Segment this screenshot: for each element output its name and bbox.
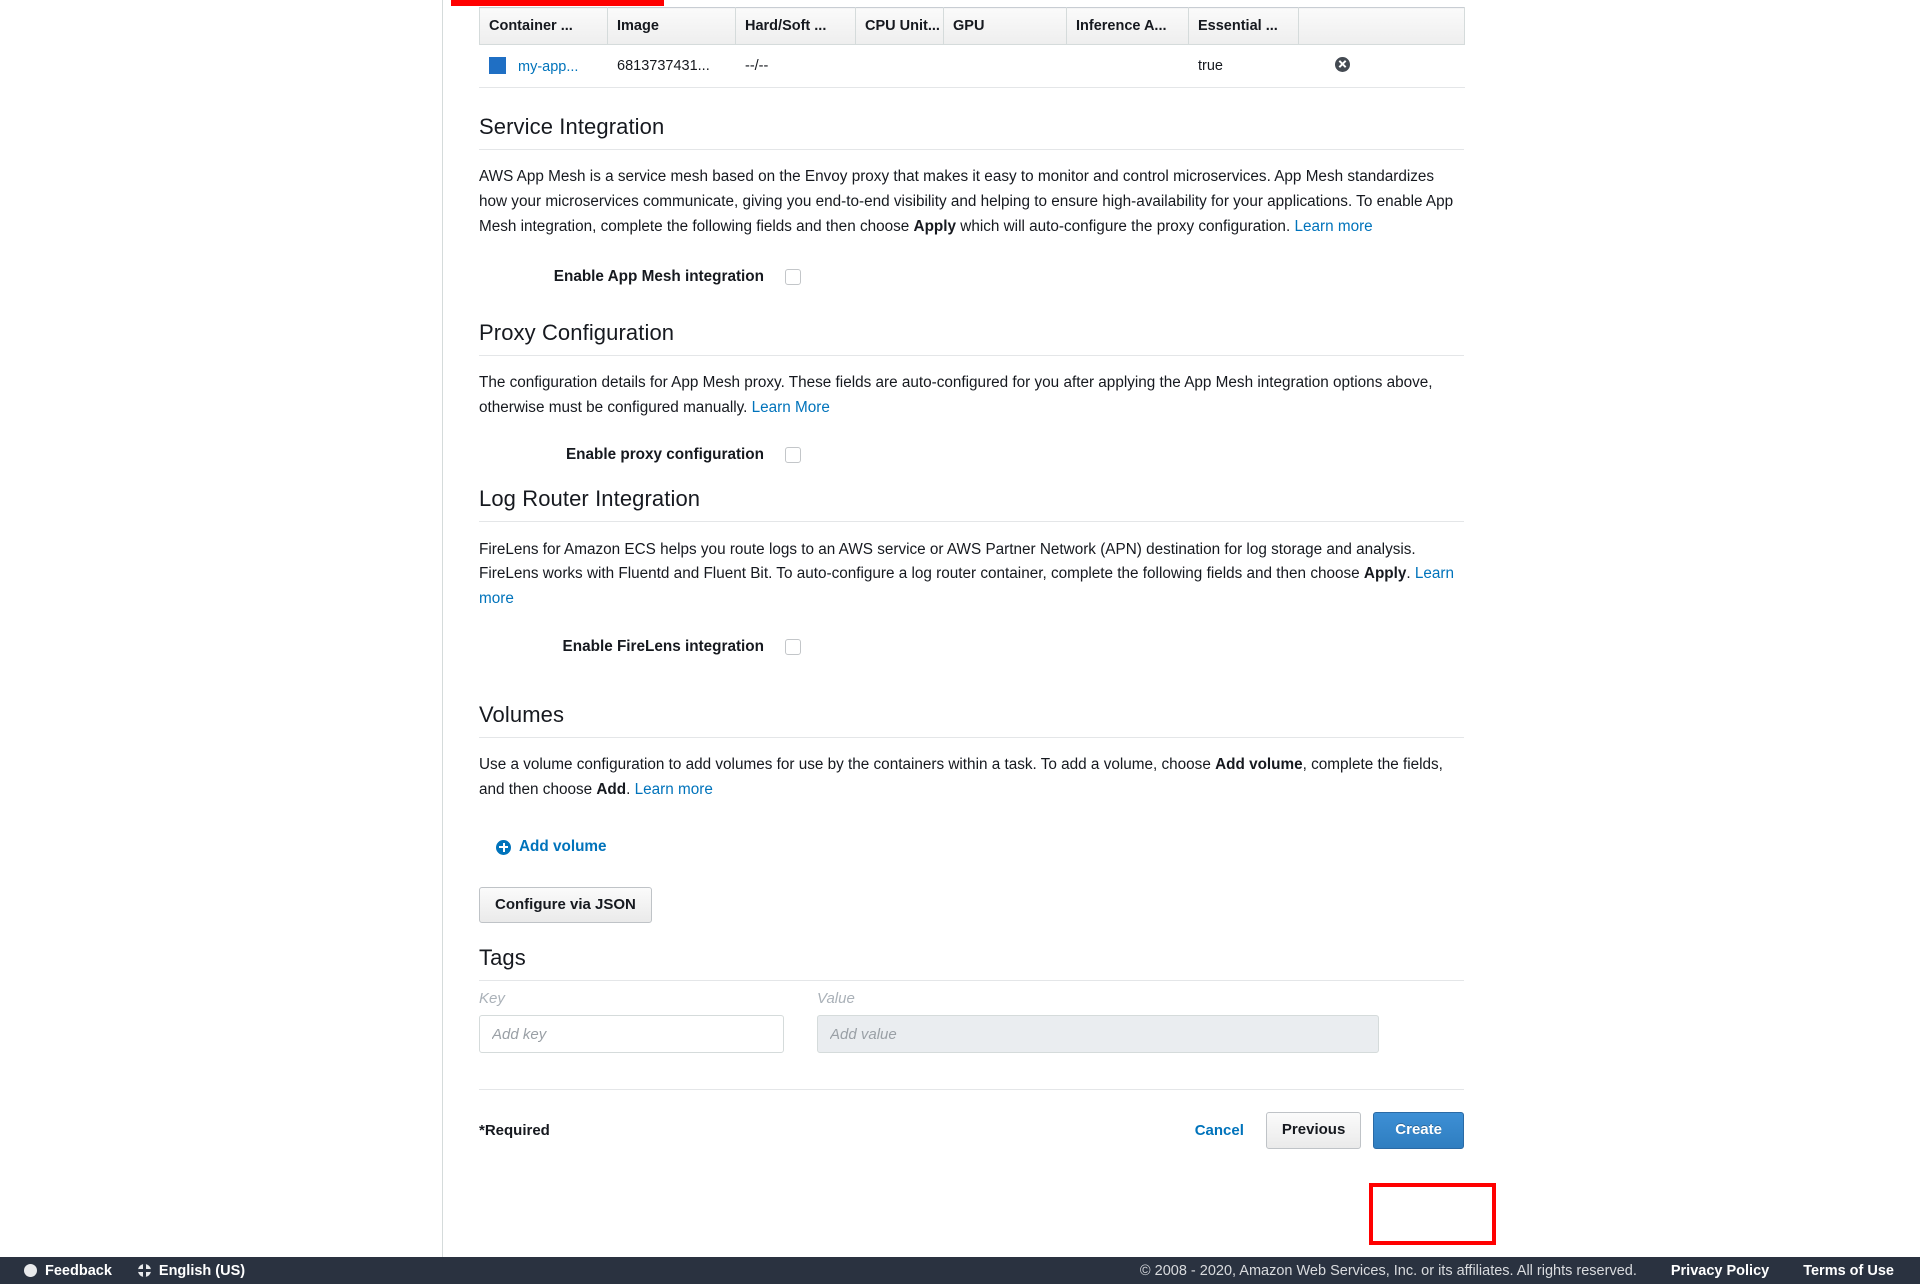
column-header-essential[interactable]: Essential ... (1188, 7, 1299, 45)
column-header-gpu[interactable]: GPU (943, 7, 1067, 45)
remove-circle-icon[interactable] (1335, 56, 1350, 72)
page-root: Container ... Image Hard/Soft ... CPU Un… (0, 0, 1920, 1284)
column-header-actions (1298, 7, 1465, 45)
service-integration-description: AWS App Mesh is a service mesh based on … (479, 165, 1459, 239)
tags-value-column: Value (817, 990, 1379, 1054)
add-volume-label: Add volume (519, 838, 607, 856)
lr-text-2: . (1406, 565, 1415, 583)
enable-proxy-configuration-checkbox[interactable] (785, 447, 801, 464)
log-router-integration-description: FireLens for Amazon ECS helps you route … (479, 538, 1459, 612)
si-text-bold: Apply (913, 217, 957, 235)
enable-app-mesh-checkbox[interactable] (785, 268, 801, 285)
log-router-integration-divider (479, 521, 1464, 523)
tags-grid: Key Value (479, 990, 1464, 1054)
tags-value-header: Value (817, 990, 855, 1008)
cancel-button[interactable]: Cancel (1185, 1113, 1254, 1148)
configure-json-wrap: Configure via JSON (479, 886, 1464, 924)
tags-title: Tags (479, 945, 526, 971)
pc-text-1: The configuration details for App Mesh p… (479, 373, 1433, 416)
tags-key-column: Key (479, 990, 784, 1054)
vol-text-1: Use a volume configuration to add volume… (479, 756, 1216, 774)
task-definition-form: Container ... Image Hard/Soft ... CPU Un… (479, 0, 1465, 1149)
cell-cpu-units (855, 44, 944, 88)
container-color-swatch (489, 57, 506, 74)
si-text-2: which will auto-configure the proxy conf… (956, 217, 1295, 235)
footer-copyright: © 2008 - 2020, Amazon Web Services, Inc.… (1139, 1262, 1637, 1279)
column-header-cpu-units[interactable]: CPU Unit... (855, 7, 944, 45)
lr-text-bold: Apply (1363, 565, 1407, 583)
cell-container-name: my-app... (479, 44, 608, 88)
cell-inference-accelerator (1066, 44, 1189, 88)
footer-left-group: Feedback English (US) (24, 1263, 245, 1279)
footer-privacy-policy-link[interactable]: Privacy Policy (1671, 1263, 1769, 1279)
volumes-description: Use a volume configuration to add volume… (479, 753, 1459, 803)
configure-via-json-button[interactable]: Configure via JSON (479, 886, 652, 924)
annotation-highlight-create-button (1369, 1183, 1496, 1245)
form-actions-buttons: Cancel Previous Create (1185, 1112, 1464, 1149)
proxy-configuration-divider (479, 354, 1464, 356)
field-enable-proxy-configuration: Enable proxy configuration (479, 446, 1464, 464)
column-header-image[interactable]: Image (607, 7, 736, 45)
enable-firelens-checkbox[interactable] (785, 639, 801, 656)
proxy-configuration-description: The configuration details for App Mesh p… (479, 371, 1459, 421)
section-volumes: Volumes Use a volume configuration to ad… (479, 702, 1464, 924)
enable-app-mesh-label: Enable App Mesh integration (553, 267, 764, 285)
field-enable-app-mesh: Enable App Mesh integration (479, 268, 1464, 286)
service-integration-divider (479, 149, 1464, 150)
service-integration-learn-more-link[interactable]: Learn more (1294, 218, 1372, 235)
proxy-configuration-title: Proxy Configuration (479, 319, 675, 345)
tags-divider (479, 980, 1464, 982)
vol-text-bold-1: Add volume (1215, 756, 1303, 774)
page-footer: Feedback English (US) © 2008 - 2020, Ama… (0, 1257, 1920, 1284)
create-button[interactable]: Create (1373, 1112, 1464, 1149)
add-volume-button[interactable]: Add volume (496, 838, 607, 856)
globe-icon (137, 1264, 151, 1277)
footer-language-label: English (US) (158, 1262, 246, 1279)
footer-feedback-button[interactable]: Feedback (24, 1263, 112, 1279)
log-router-integration-title: Log Router Integration (479, 486, 701, 512)
lr-text-1: FireLens for Amazon ECS helps you route … (479, 540, 1416, 583)
tag-value-input[interactable] (817, 1015, 1379, 1054)
container-definitions-table: Container ... Image Hard/Soft ... CPU Un… (479, 7, 1465, 88)
footer-feedback-label: Feedback (45, 1262, 112, 1279)
feedback-icon (24, 1264, 37, 1277)
column-header-hard-soft-memory[interactable]: Hard/Soft ... (735, 7, 856, 45)
column-header-container-name[interactable]: Container ... (479, 7, 608, 45)
volumes-learn-more-link[interactable]: Learn more (635, 781, 713, 798)
enable-firelens-label: Enable FireLens integration (562, 638, 764, 656)
cell-essential: true (1188, 44, 1299, 88)
section-tags: Tags Key Value (479, 945, 1464, 1054)
cell-gpu (943, 44, 1067, 88)
footer-terms-of-use-link[interactable]: Terms of Use (1803, 1263, 1894, 1279)
proxy-configuration-learn-more-link[interactable]: Learn More (752, 399, 830, 416)
cell-image: 6813737431... (607, 44, 736, 88)
cell-remove (1298, 44, 1465, 88)
field-enable-firelens: Enable FireLens integration (479, 638, 1464, 656)
vol-text-3: . (626, 781, 635, 799)
container-name-link[interactable]: my-app... (518, 59, 578, 75)
plus-circle-icon (496, 839, 511, 855)
volumes-title: Volumes (479, 702, 565, 728)
content-left-rule (442, 0, 443, 1257)
footer-language-selector[interactable]: English (US) (137, 1262, 246, 1279)
required-note: *Required (479, 1121, 550, 1139)
enable-proxy-configuration-label: Enable proxy configuration (565, 446, 764, 464)
footer-right-group: © 2008 - 2020, Amazon Web Services, Inc.… (1140, 1263, 1894, 1279)
tag-key-input[interactable] (479, 1015, 784, 1054)
volumes-divider (479, 737, 1464, 739)
service-integration-title: Service Integration (479, 114, 665, 139)
section-proxy-configuration: Proxy Configuration The configuration de… (479, 320, 1464, 465)
column-header-inference-accelerator[interactable]: Inference A... (1066, 7, 1189, 45)
tags-key-header: Key (479, 990, 505, 1008)
section-service-integration: Service Integration AWS App Mesh is a se… (479, 114, 1464, 286)
form-actions: *Required Cancel Previous Create (479, 1090, 1464, 1149)
section-log-router-integration: Log Router Integration FireLens for Amaz… (479, 486, 1464, 656)
cell-memory: --/-- (735, 44, 856, 88)
vol-text-bold-2: Add (596, 781, 627, 799)
table-row: my-app... 6813737431... --/-- true (479, 44, 1465, 88)
table-header-row: Container ... Image Hard/Soft ... CPU Un… (479, 7, 1465, 45)
previous-button[interactable]: Previous (1265, 1112, 1362, 1149)
